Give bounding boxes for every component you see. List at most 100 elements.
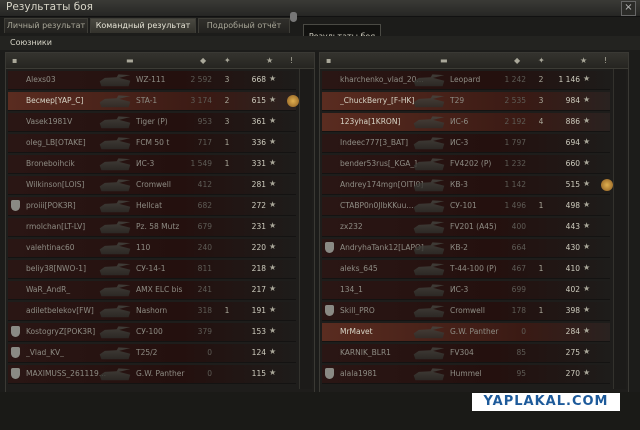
table-row[interactable]: Skill_PRO Cromwell 178 1 398 ★ xyxy=(322,302,610,321)
columns-header: ▪ ▬ ◆ ✦ ★ ! xyxy=(320,53,628,69)
kills-value: 1 xyxy=(224,138,230,147)
columns-header: ▪ ▬ ◆ ✦ ★ ! xyxy=(6,53,314,69)
table-row[interactable]: zx232 FV201 (A45) 400 443 ★ xyxy=(322,218,610,237)
xp-value: 191 xyxy=(251,306,266,315)
scrollbar[interactable] xyxy=(613,69,626,389)
table-row[interactable]: Andrey174mgn[OITI0] КВ-3 1 142 515 ★ xyxy=(322,176,613,195)
table-row[interactable]: Wilkinson[LOIS] Cromwell 412 281 ★ xyxy=(8,176,296,195)
tab-detailed-report[interactable]: Подробный отчёт xyxy=(198,18,290,33)
table-row[interactable]: 134_1 ИС-3 699 402 ★ xyxy=(322,281,610,300)
table-row[interactable]: CTABP0n0JlbKKuu... СУ-101 1 496 1 498 ★ xyxy=(322,197,610,216)
table-row[interactable]: 123yha[1KRON] ИС-6 2 192 4 886 ★ xyxy=(322,113,610,132)
xp-value: 275 xyxy=(565,348,580,357)
table-row[interactable]: valehtinac60 110 240 220 ★ xyxy=(8,239,296,258)
table-row[interactable]: kharchenko_vlad_20... Leopard 1 242 2 1 146 ★ xyxy=(322,71,610,90)
table-row[interactable]: AndryhaTank12[LAPO] КВ-2 664 430 ★ xyxy=(322,239,610,258)
damage-value: 0 xyxy=(521,327,526,336)
tab-team-result[interactable]: Командный результат xyxy=(90,18,196,33)
xp-value: 886 xyxy=(565,117,580,126)
table-row[interactable]: proiii[POK3R] Hellcat 682 272 ★ xyxy=(8,197,296,216)
table-row[interactable]: adiletbelekov[FW] Nashorn 318 1 191 ★ xyxy=(8,302,296,321)
shield-icon xyxy=(11,326,20,337)
star-icon: ★ xyxy=(269,263,277,272)
damage-value: 682 xyxy=(197,201,212,210)
kills-column-icon[interactable]: ✦ xyxy=(224,56,231,65)
scrollbar[interactable] xyxy=(299,69,312,389)
xp-value: 443 xyxy=(565,222,580,231)
damage-column-icon[interactable]: ◆ xyxy=(200,56,206,65)
damage-column-icon[interactable]: ◆ xyxy=(514,56,520,65)
star-icon[interactable]: ★ xyxy=(580,56,587,65)
star-icon: ★ xyxy=(583,347,591,356)
close-icon[interactable]: × xyxy=(621,1,636,16)
table-row[interactable]: alala1981 Hummel 95 270 ★ xyxy=(322,365,610,384)
damage-value: 85 xyxy=(516,348,526,357)
xp-value: 498 xyxy=(565,201,580,210)
kills-value: 3 xyxy=(538,96,544,105)
xp-value: 284 xyxy=(565,327,580,336)
table-row[interactable]: KostogryZ[POK3R] СУ-100 379 153 ★ xyxy=(8,323,296,342)
tank-column-icon[interactable]: ▬ xyxy=(126,56,134,65)
damage-value: 664 xyxy=(511,243,526,252)
xp-value: 218 xyxy=(251,264,266,273)
star-icon: ★ xyxy=(269,368,277,377)
damage-value: 717 xyxy=(197,138,212,147)
kills-column-icon[interactable]: ✦ xyxy=(538,56,545,65)
kills-value: 3 xyxy=(224,75,230,84)
xp-value: 124 xyxy=(251,348,266,357)
table-row[interactable]: WaR_AndR_ AMX ELC bis 241 217 ★ xyxy=(8,281,296,300)
xp-value: 668 xyxy=(251,75,266,84)
table-row[interactable]: Vasek1981V Tiger (P) 953 3 361 ★ xyxy=(8,113,296,132)
table-row[interactable]: Весмер[YAP_C] STA-1 3 174 2 615 ★ xyxy=(8,92,299,111)
table-row[interactable]: beliy38[NWO-1] СУ-14-1 811 218 ★ xyxy=(8,260,296,279)
kills-value: 1 xyxy=(538,306,544,315)
star-icon: ★ xyxy=(583,137,591,146)
table-row[interactable]: bender53rus[_KGA_] FV4202 (P) 1 232 660 ★ xyxy=(322,155,610,174)
star-icon: ★ xyxy=(583,368,591,377)
xp-value: 660 xyxy=(565,159,580,168)
xp-value: 984 xyxy=(565,96,580,105)
table-row[interactable]: _Vlad_KV_ T25/2 0 124 ★ xyxy=(8,344,296,363)
damage-value: 699 xyxy=(511,285,526,294)
xp-value: 220 xyxy=(251,243,266,252)
section-title: Союзники xyxy=(10,38,52,47)
star-icon: ★ xyxy=(583,95,591,104)
star-icon: ★ xyxy=(269,200,277,209)
medal-icon[interactable] xyxy=(601,179,613,191)
damage-value: 318 xyxy=(197,306,212,315)
xp-value: 153 xyxy=(251,327,266,336)
damage-value: 2 535 xyxy=(504,96,526,105)
platoon-icon[interactable]: ▪ xyxy=(12,56,17,65)
star-icon: ★ xyxy=(583,242,591,251)
shield-icon xyxy=(11,200,20,211)
table-row[interactable]: MrMavet G.W. Panther 0 284 ★ xyxy=(322,323,610,342)
info-icon[interactable]: ! xyxy=(290,56,293,65)
star-icon: ★ xyxy=(583,158,591,167)
damage-value: 0 xyxy=(207,348,212,357)
table-row[interactable]: _ChuckBerry_[F-HK] T29 2 535 3 984 ★ xyxy=(322,92,610,111)
medal-icon[interactable] xyxy=(287,95,299,107)
table-row[interactable]: KARNIK_BLR1 FV304 85 275 ★ xyxy=(322,344,610,363)
table-row[interactable]: Broneboihcik ИС-3 1 549 1 331 ★ xyxy=(8,155,296,174)
shield-icon xyxy=(11,347,20,358)
info-icon[interactable]: ! xyxy=(604,56,607,65)
damage-value: 1 242 xyxy=(504,75,526,84)
tank-column-icon[interactable]: ▬ xyxy=(440,56,448,65)
table-row[interactable]: Indeec777[3_BAT] ИС-3 1 797 694 ★ xyxy=(322,134,610,153)
table-row[interactable]: aleks_645 Т-44-100 (Р) 467 1 410 ★ xyxy=(322,260,610,279)
table-row[interactable]: MAXIMUSS_261119... G.W. Panther 0 115 ★ xyxy=(8,365,296,384)
star-icon: ★ xyxy=(269,95,277,104)
kills-value: 1 xyxy=(538,264,544,273)
star-icon: ★ xyxy=(583,326,591,335)
star-icon: ★ xyxy=(269,137,277,146)
shield-icon xyxy=(11,368,20,379)
kills-value: 2 xyxy=(224,96,230,105)
table-row[interactable]: rmolchan[LT-LV] Pz. 58 Mutz 679 231 ★ xyxy=(8,218,296,237)
star-icon: ★ xyxy=(583,179,591,188)
table-row[interactable]: Alexs03 WZ-111 2 592 3 668 ★ xyxy=(8,71,296,90)
xp-value: 272 xyxy=(251,201,266,210)
table-row[interactable]: oleg_LB[OTAKE] FCM 50 t 717 1 336 ★ xyxy=(8,134,296,153)
platoon-icon[interactable]: ▪ xyxy=(326,56,331,65)
star-icon[interactable]: ★ xyxy=(266,56,273,65)
tab-personal-result[interactable]: Личный результат xyxy=(4,18,88,33)
